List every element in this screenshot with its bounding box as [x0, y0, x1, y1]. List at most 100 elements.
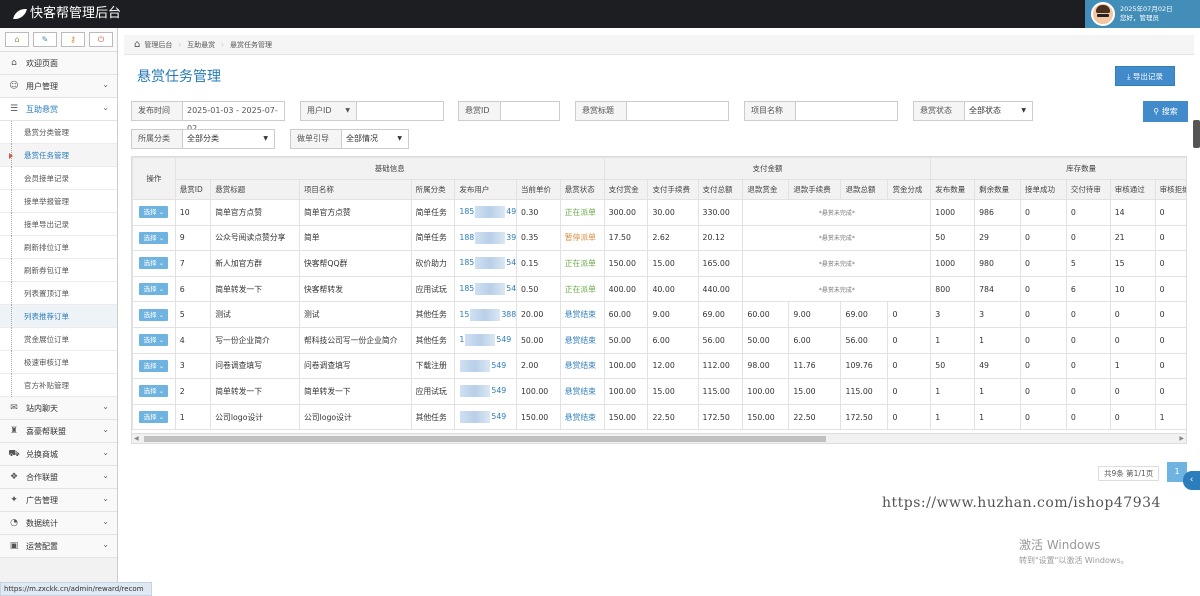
user-suffix: 49 [506, 207, 517, 217]
select-dropdown-button[interactable]: 选择 ⌄ [139, 334, 169, 347]
scroll-right-icon[interactable]: ▶ [1179, 434, 1184, 443]
user-suffix: 549 [506, 284, 517, 294]
breadcrumb-item[interactable]: 管理后台 [144, 40, 172, 50]
sidebar-item[interactable]: ♜ 喜豪帮联盟 ⌄ [0, 420, 117, 443]
cell-user[interactable]: 549 [454, 352, 517, 380]
collapse-arrow-icon[interactable]: ‹ [1183, 471, 1200, 490]
sidebar-subitem-label: 赏金展位订单 [24, 334, 69, 344]
search-button[interactable]: ⚲ 搜索 [1143, 101, 1188, 122]
op-header: 操作 [132, 157, 176, 200]
column-header: 剩余数量 [974, 179, 1021, 200]
select-dropdown-button[interactable]: 选择 ⌄ [139, 257, 169, 270]
user-id-input[interactable] [356, 101, 444, 121]
select-dropdown-button[interactable]: 选择 ⌄ [139, 206, 169, 219]
cell-user[interactable]: 185 549 [454, 275, 517, 303]
export-records-button[interactable]: ⤓ 导出记录 [1115, 66, 1175, 86]
select-dropdown-button[interactable]: 选择 ⌄ [139, 359, 169, 372]
cell-refund: 115.00 [840, 378, 889, 405]
home-icon[interactable]: ⌂ [134, 39, 140, 50]
reward-id-input[interactable] [500, 101, 560, 121]
caret-down-icon: ▼ [1021, 107, 1026, 114]
user-suffix: 398 [506, 232, 517, 242]
sidebar-subitem[interactable]: 列表置顶订单 [0, 282, 117, 305]
cell-refund: 172.50 [840, 403, 889, 431]
sidebar-item[interactable]: ⛟ 兑换商城 ⌄ [0, 443, 117, 466]
sidebar-subitem[interactable]: 接单举报管理 [0, 190, 117, 213]
select-dropdown-button[interactable]: 选择 ⌄ [139, 231, 169, 244]
sidebar-subitem[interactable]: 会员接单记录 [0, 167, 117, 190]
select-dropdown-button[interactable]: 选择 ⌄ [139, 308, 169, 321]
no-refund-note: *悬赏未完成* [742, 224, 932, 252]
category-select[interactable]: 全部分类 ▼ [182, 129, 275, 149]
sidebar-subitem[interactable]: 极速审核订单 [0, 351, 117, 374]
user-prefix: 185 [459, 284, 475, 294]
breadcrumb-item[interactable]: 互助悬赏 [187, 40, 215, 50]
sidebar-subitem[interactable]: 刷新券包订单 [0, 259, 117, 282]
sidebar-item[interactable]: ✉ 站内聊天 ⌄ [0, 397, 117, 420]
guide-select[interactable]: 全部情况 ▼ [341, 129, 409, 149]
sidebar-item-label: 喜豪帮联盟 [26, 426, 66, 436]
reward-title-input[interactable] [626, 101, 729, 121]
cell-price: 0.35 [515, 224, 561, 252]
cell-fee: 12.00 [647, 352, 699, 380]
sidebar-subitem[interactable]: 悬赏分类管理 [0, 121, 117, 144]
sidebar-subitem[interactable]: 官方补贴管理 [0, 374, 117, 397]
vertical-scrollbar[interactable] [1193, 120, 1200, 148]
sidebar-item[interactable]: ✦ 广告管理 ⌄ [0, 489, 117, 512]
cell-user[interactable]: 188 398 [454, 224, 517, 252]
sidebar-item[interactable]: ❖ 合作联盟 ⌄ [0, 466, 117, 489]
breadcrumb-item: 悬赏任务管理 [229, 40, 272, 49]
cell-share: 0 [887, 301, 932, 328]
publish-time-input[interactable]: 2025-01-03 - 2025-07-02 [182, 101, 285, 133]
cell-reject: 0 [1154, 250, 1186, 277]
reward-status-select[interactable]: 全部状态 ▼ [964, 101, 1033, 121]
caret-down-icon: ▼ [397, 135, 402, 142]
cell-id: 10 [174, 199, 212, 226]
category-value: 全部分类 [187, 134, 219, 143]
sidebar-subitem[interactable]: 赏金展位订单 [0, 328, 117, 351]
cell-user[interactable]: 1 549 [454, 326, 517, 354]
user-id-label: 用户ID [307, 106, 332, 115]
select-dropdown-button[interactable]: 选择 ⌄ [139, 283, 169, 296]
cell-total: 112.00 [697, 352, 744, 380]
project-name-input[interactable] [795, 101, 898, 121]
cell-user[interactable]: 185 49 [454, 199, 517, 226]
horizontal-scrollbar[interactable]: ◀ ▶ [131, 433, 1187, 444]
user-prefix: 15 [459, 309, 470, 319]
bank-icon: ♜ [9, 426, 19, 436]
cell-user[interactable]: 15 388 [454, 301, 517, 328]
cell-user[interactable]: 185 549 [454, 250, 517, 277]
sidebar-item[interactable]: ☰ 互助悬赏 ⌄ [0, 98, 117, 121]
cell-user[interactable]: 549 [454, 378, 517, 405]
user-id-select[interactable]: 用户ID ▼ [300, 101, 357, 121]
cell-category: 简单任务 [410, 224, 456, 252]
cell-ok: 0 [1020, 403, 1067, 431]
sidebar-item[interactable]: ⌂ 欢迎页面 [0, 52, 117, 75]
scrollbar-thumb[interactable] [144, 436, 826, 442]
sidebar-subitem[interactable]: 接单导出记录 [0, 213, 117, 236]
cell-wait: 0 [1065, 301, 1111, 328]
select-dropdown-button[interactable]: 选择 ⌄ [139, 385, 169, 398]
user-menu[interactable]: 2025年07月02日 您好，管理员 [1085, 0, 1200, 28]
select-dropdown-button[interactable]: 选择 ⌄ [139, 411, 169, 424]
sidebar-subitem-label: 列表置顶订单 [24, 288, 69, 298]
sidebar-item[interactable]: ☺ 用户管理 ⌄ [0, 75, 117, 98]
sidebar-subitem[interactable]: 悬赏任务管理 [0, 144, 117, 167]
sidebar-item[interactable]: ▣ 运营配置 ⌄ [0, 535, 117, 558]
pencil-icon[interactable]: ✎ [33, 32, 57, 47]
sidebar-subitem-label: 刷新券包订单 [24, 265, 69, 275]
scroll-left-icon[interactable]: ◀ [134, 434, 139, 443]
briefcase-icon: ▣ [9, 541, 19, 551]
cogs-icon[interactable]: ⏻ [89, 32, 113, 47]
users-icon[interactable]: ⚷ [61, 32, 85, 47]
brand-logo[interactable]: 快客帮管理后台 [13, 5, 121, 22]
sidebar-item[interactable]: ◔ 数据统计 ⌄ [0, 512, 117, 535]
cell-user[interactable]: 549 [454, 403, 517, 431]
cell-category: 应用试玩 [410, 378, 456, 405]
signal-icon[interactable]: ⌂ [5, 32, 29, 47]
user-suffix: 549 [491, 412, 507, 422]
sidebar-subitem[interactable]: 刷新排位订单 [0, 236, 117, 259]
cell-wait: 6 [1065, 275, 1111, 303]
sidebar-subitem[interactable]: 列表推荐订单 [0, 305, 117, 328]
export-records-label: 导出记录 [1132, 72, 1163, 81]
